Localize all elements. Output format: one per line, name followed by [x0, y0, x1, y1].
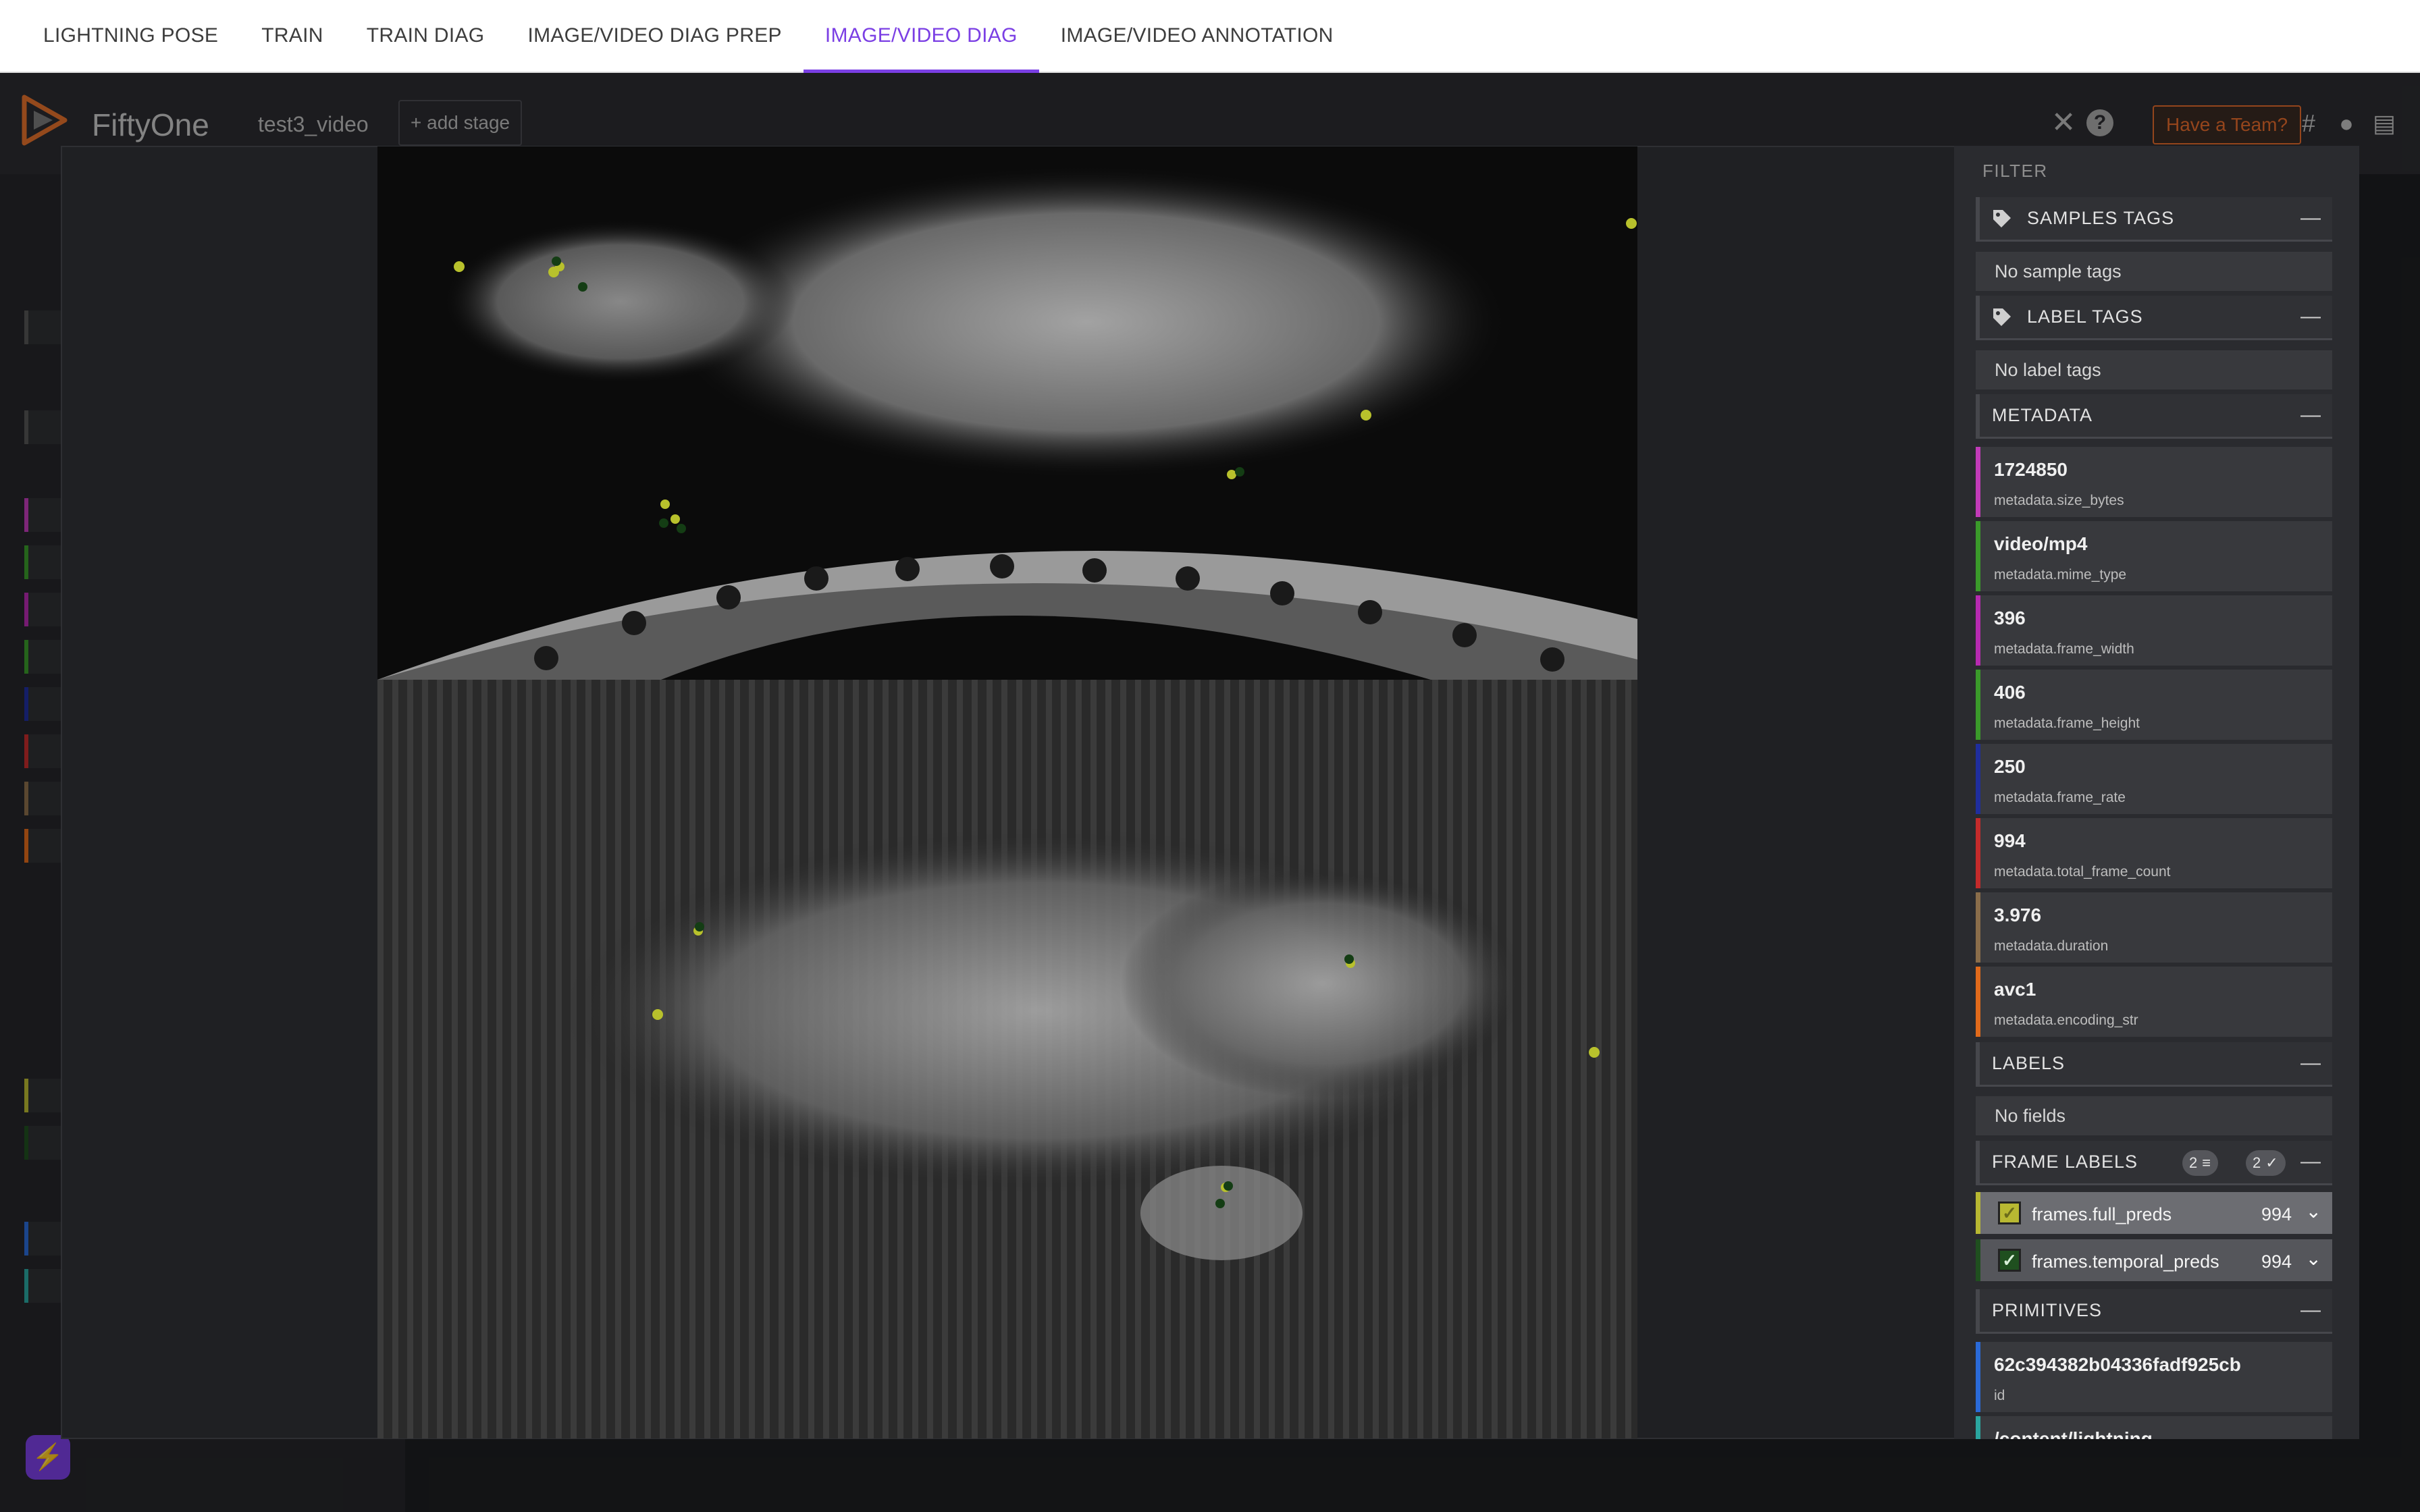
primitive-value: /content/lightning- [1994, 1428, 2159, 1439]
tab-train[interactable]: TRAIN [240, 0, 345, 72]
empty-label-tags: No label tags [1976, 350, 2332, 389]
frame-image [377, 146, 1637, 1438]
filter-count: 2 [2189, 1154, 2199, 1171]
mouse-body [668, 167, 1505, 477]
metadata-key: metadata.duration [1994, 938, 2109, 954]
field-name: frames.temporal_preds [2032, 1251, 2219, 1272]
frame-field-temporal-preds[interactable]: ✓ frames.temporal_preds 994 ⌄ [1976, 1239, 2332, 1281]
filter-icon: ≡ [2202, 1154, 2212, 1171]
mouse-head-bottom [1120, 869, 1525, 1098]
metadata-value: 396 [1994, 608, 2026, 628]
section-label: PRIMITIVES [1992, 1300, 2103, 1320]
metadata-key: metadata.encoding_str [1994, 1013, 2138, 1028]
metadata-key: metadata.mime_type [1994, 567, 2127, 583]
frame-field-full-preds[interactable]: ✓ frames.full_preds 994 ⌄ [1976, 1192, 2332, 1234]
section-label: METADATA [1992, 405, 2093, 425]
metadata-entry: 406 metadata.frame_height [1976, 670, 2332, 740]
section-label: FRAME LABELS [1992, 1152, 2138, 1172]
filter-count-badge[interactable]: 2 ≡ [2182, 1150, 2219, 1176]
tab-image-video-diag-prep[interactable]: IMAGE/VIDEO DIAG PREP [506, 0, 803, 72]
empty-labels: No fields [1976, 1096, 2332, 1135]
app-top-tabs: LIGHTNING POSE TRAIN TRAIN DIAG IMAGE/VI… [0, 0, 2420, 73]
tag-icon [1993, 308, 2011, 326]
collapse-icon[interactable]: — [2300, 207, 2321, 230]
tab-lightning-pose[interactable]: LIGHTNING POSE [22, 0, 240, 72]
collapse-icon[interactable]: — [2300, 305, 2321, 328]
section-label: LABEL TAGS [2027, 306, 2143, 327]
section-label: LABELS [1992, 1053, 2066, 1073]
video-frame-viewer[interactable] [377, 146, 1637, 1438]
metadata-value: 250 [1994, 756, 2026, 777]
check-icon: ✓ [2265, 1154, 2279, 1171]
checkbox-icon[interactable]: ✓ [1998, 1249, 2021, 1272]
tab-image-video-annotation[interactable]: IMAGE/VIDEO ANNOTATION [1039, 0, 1355, 72]
field-count: 994 [2261, 1251, 2292, 1272]
filter-title: FILTER [1982, 161, 2048, 181]
collapse-icon[interactable]: — [2300, 1052, 2321, 1075]
section-samples-tags[interactable]: SAMPLES TAGS — [1976, 197, 2332, 242]
section-label: SAMPLES TAGS [2027, 208, 2175, 228]
field-name: frames.full_preds [2032, 1204, 2172, 1224]
section-frame-labels[interactable]: FRAME LABELS 2 ≡ 2 ✓ — [1976, 1141, 2332, 1185]
field-count: 994 [2261, 1204, 2292, 1224]
metadata-entry: video/mp4 metadata.mime_type [1976, 521, 2332, 591]
tag-icon [1993, 209, 2011, 227]
metadata-value: 406 [1994, 682, 2026, 703]
section-label-tags[interactable]: LABEL TAGS — [1976, 296, 2332, 340]
visible-count-badge[interactable]: 2 ✓ [2246, 1150, 2286, 1176]
section-labels[interactable]: LABELS — [1976, 1042, 2332, 1087]
collapse-icon[interactable]: — [2300, 1150, 2321, 1173]
chevron-down-icon[interactable]: ⌄ [2306, 1247, 2321, 1270]
metadata-key: metadata.frame_height [1994, 716, 2140, 731]
metadata-value: avc1 [1994, 979, 2036, 1000]
metadata-value: 1724850 [1994, 459, 2068, 480]
collapse-icon[interactable]: — [2300, 1299, 2321, 1322]
metadata-entry: 3.976 metadata.duration [1976, 892, 2332, 963]
metadata-key: metadata.frame_rate [1994, 790, 2126, 805]
section-primitives[interactable]: PRIMITIVES — [1976, 1289, 2332, 1334]
metadata-entry: 1724850 metadata.size_bytes [1976, 447, 2332, 517]
checkbox-icon[interactable]: ✓ [1998, 1202, 2021, 1224]
metadata-key: metadata.size_bytes [1994, 493, 2124, 508]
metadata-entry: 994 metadata.total_frame_count [1976, 818, 2332, 888]
metadata-entry: 250 metadata.frame_rate [1976, 744, 2332, 814]
tab-image-video-diag[interactable]: IMAGE/VIDEO DIAG [803, 0, 1039, 73]
metadata-key: metadata.frame_width [1994, 641, 2134, 657]
metadata-key: metadata.total_frame_count [1994, 864, 2171, 880]
section-metadata[interactable]: METADATA — [1976, 394, 2332, 439]
primitive-key: id [1994, 1388, 2005, 1403]
metadata-value: 3.976 [1994, 905, 2042, 925]
primitive-entry: 62c394382b04336fadf925cb id [1976, 1342, 2332, 1412]
metadata-entry: 396 metadata.frame_width [1976, 595, 2332, 666]
primitive-value: 62c394382b04336fadf925cb [1994, 1354, 2241, 1375]
metadata-value: video/mp4 [1994, 533, 2088, 554]
empty-sample-tags: No sample tags [1976, 252, 2332, 291]
primitive-entry: /content/lightning- [1976, 1416, 2332, 1439]
mouse-tail-region [445, 221, 796, 383]
metadata-entry: avc1 metadata.encoding_str [1976, 967, 2332, 1037]
filter-sidebar: FILTER SAMPLES TAGS — No sample tags LAB… [1954, 146, 2359, 1439]
chevron-down-icon[interactable]: ⌄ [2306, 1200, 2321, 1222]
collapse-icon[interactable]: — [2300, 404, 2321, 427]
tab-train-diag[interactable]: TRAIN DIAG [345, 0, 506, 72]
mouse-paw-bottom [1140, 1166, 1303, 1260]
visible-count: 2 [2253, 1154, 2262, 1171]
metadata-value: 994 [1994, 830, 2026, 851]
